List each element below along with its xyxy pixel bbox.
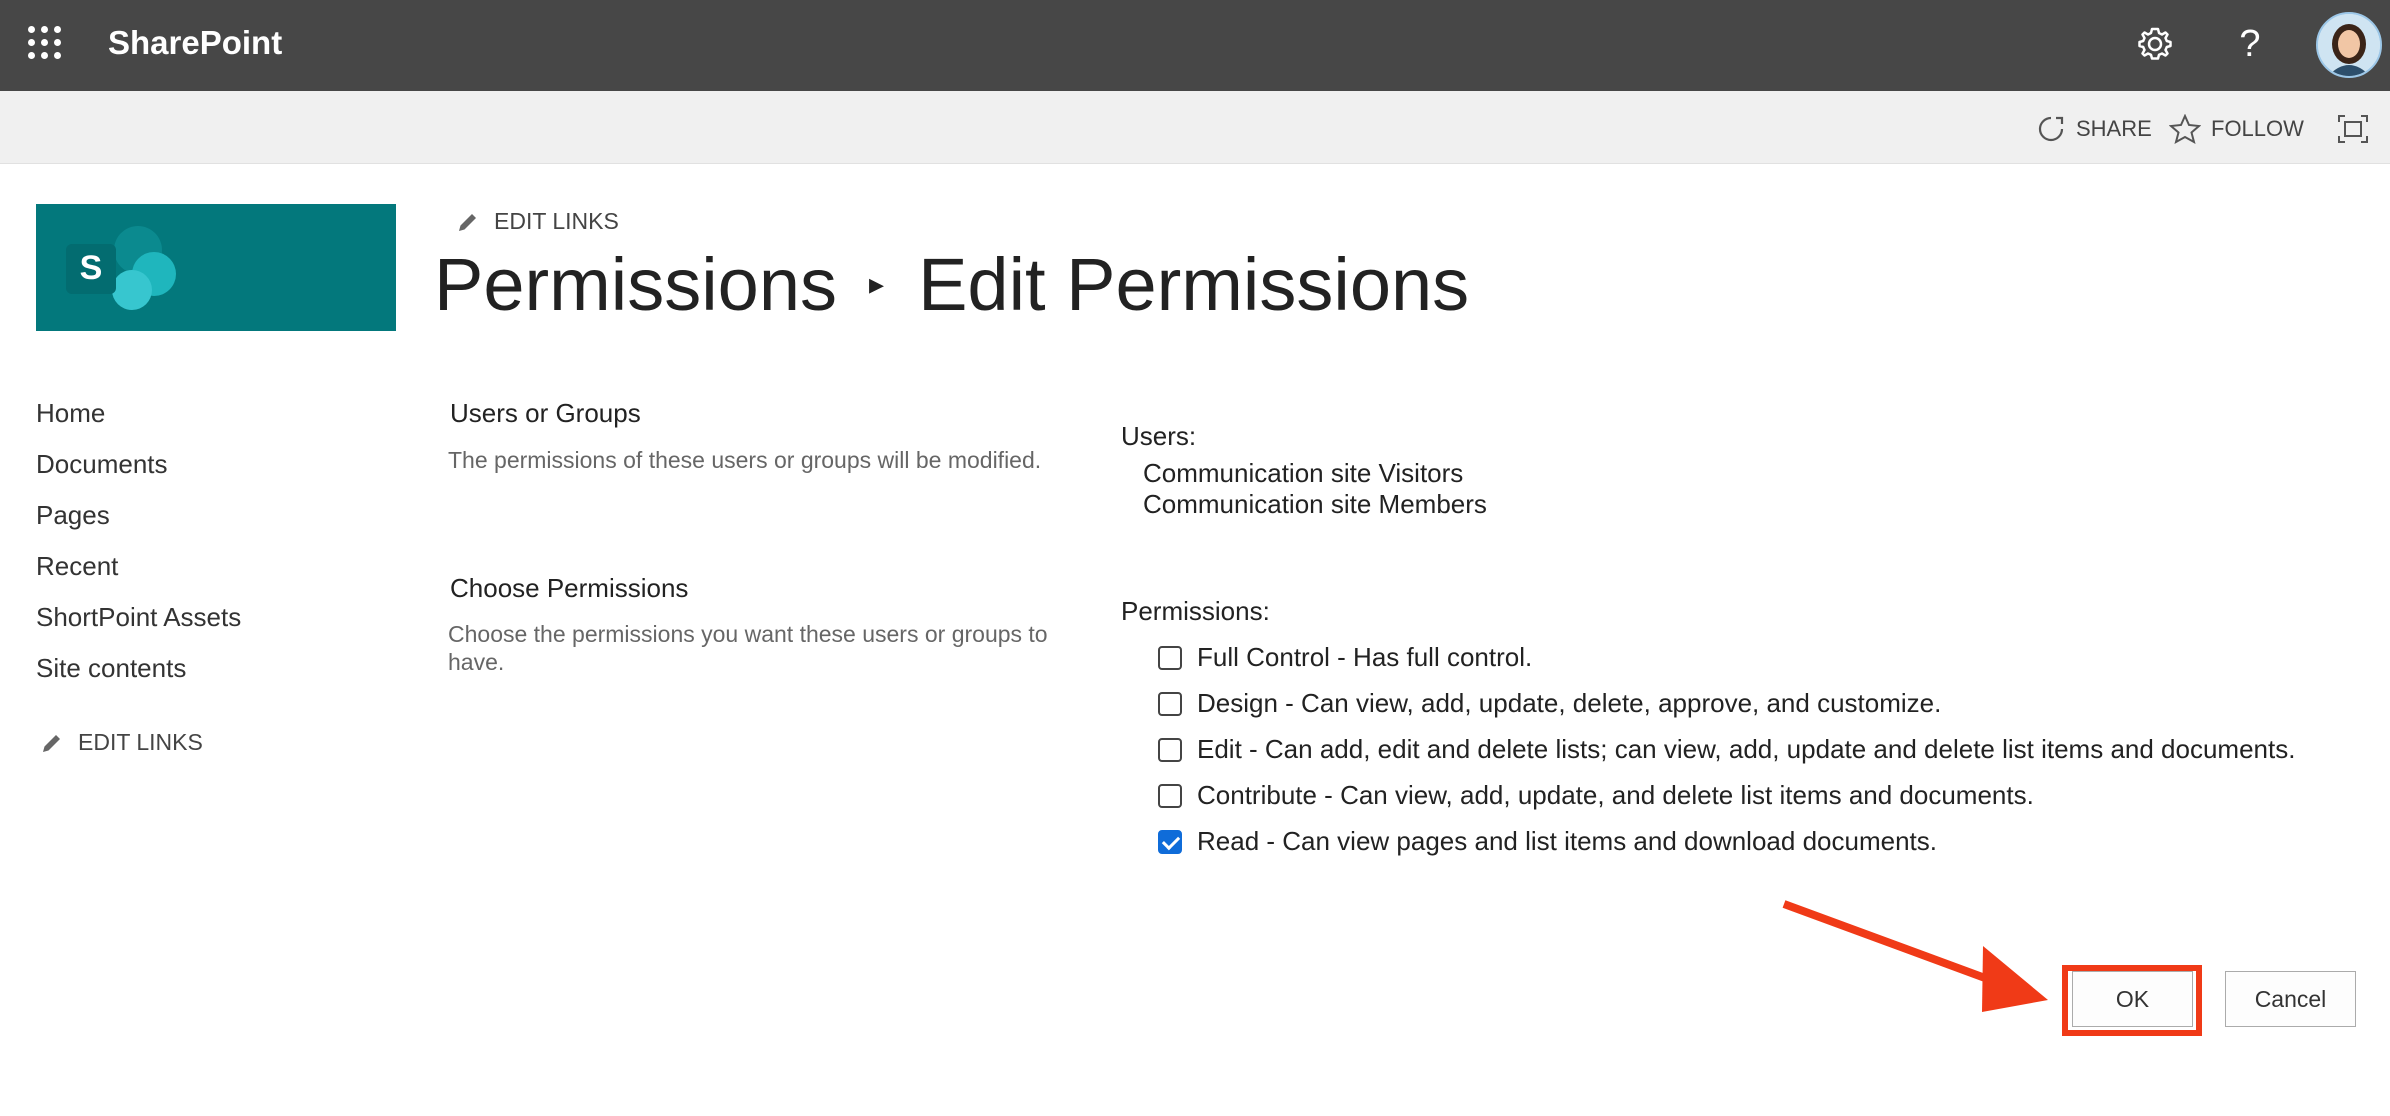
- permission-edit[interactable]: Edit - Can add, edit and delete lists; c…: [1158, 734, 2295, 765]
- edit-links-label: EDIT LINKS: [494, 208, 619, 234]
- edit-links-nav-label: EDIT LINKS: [78, 729, 203, 755]
- breadcrumb-parent[interactable]: Permissions: [434, 242, 837, 327]
- nav-item-pages[interactable]: Pages: [36, 496, 241, 547]
- cancel-button[interactable]: Cancel: [2225, 971, 2356, 1027]
- contribute-checkbox[interactable]: [1158, 783, 1182, 808]
- arrow-annotation-icon: [1782, 900, 2048, 1012]
- ok-highlight-box: [2062, 965, 2202, 1036]
- user-item: Communication site Members: [1143, 489, 1487, 519]
- suite-bar: SharePoint ?: [0, 0, 2390, 91]
- permissions-section-description: Choose the permissions you want these us…: [448, 621, 1048, 675]
- design-checkbox[interactable]: [1158, 691, 1182, 716]
- edit-links-nav[interactable]: EDIT LINKS: [40, 729, 203, 756]
- nav-item-site-contents[interactable]: Site contents: [36, 649, 241, 700]
- fullscreen-icon: [2338, 115, 2368, 143]
- share-icon: [2038, 116, 2064, 142]
- nav-item-shortpoint-assets[interactable]: ShortPoint Assets: [36, 598, 241, 649]
- page-title: Permissions ▸ Edit Permissions: [434, 242, 1469, 327]
- user-item: Communication site Visitors: [1143, 458, 1464, 488]
- users-section-title: Users or Groups: [450, 398, 641, 428]
- follow-label: FOLLOW: [2211, 116, 2304, 141]
- nav-item-recent[interactable]: Recent: [36, 547, 241, 598]
- follow-button[interactable]: FOLLOW: [2169, 114, 2304, 144]
- permission-contribute[interactable]: Contribute - Can view, add, update, and …: [1158, 780, 2034, 811]
- nav-item-home[interactable]: Home: [36, 394, 241, 445]
- pencil-icon: [43, 734, 60, 752]
- permission-label: Read - Can view pages and list items and…: [1197, 826, 1937, 856]
- focus-mode-button[interactable]: [2337, 115, 2379, 143]
- read-checkbox[interactable]: [1158, 829, 1182, 854]
- users-label: Users:: [1121, 421, 1197, 451]
- app-title[interactable]: SharePoint: [108, 24, 282, 62]
- permissions-label: Permissions:: [1121, 596, 1270, 626]
- permission-label: Full Control - Has full control.: [1197, 642, 1533, 672]
- pencil-icon: [459, 213, 476, 231]
- permissions-section-title: Choose Permissions: [450, 573, 689, 603]
- logo-letter: S: [80, 249, 103, 287]
- star-icon: [2169, 114, 2201, 144]
- gear-icon[interactable]: [2131, 20, 2179, 68]
- permission-design[interactable]: Design - Can view, add, update, delete, …: [1158, 688, 1941, 719]
- nav-item-documents[interactable]: Documents: [36, 445, 241, 496]
- permission-label: Design - Can view, add, update, delete, …: [1197, 688, 1942, 718]
- site-logo[interactable]: S: [36, 204, 396, 331]
- edit-links-top[interactable]: EDIT LINKS: [456, 208, 619, 235]
- permission-label: Edit - Can add, edit and delete lists; c…: [1197, 734, 2296, 764]
- share-button[interactable]: SHARE: [2036, 115, 2152, 143]
- full-control-checkbox[interactable]: [1158, 645, 1182, 670]
- action-bar: SHARE FOLLOW: [0, 91, 2390, 164]
- left-nav: Home Documents Pages Recent ShortPoint A…: [36, 394, 241, 700]
- breadcrumb-current: Edit Permissions: [918, 243, 1470, 326]
- breadcrumb-separator-icon: ▸: [869, 268, 885, 301]
- permission-read[interactable]: Read - Can view pages and list items and…: [1158, 826, 1937, 857]
- permission-full-control[interactable]: Full Control - Has full control.: [1158, 642, 1532, 673]
- users-section-description: The permissions of these users or groups…: [448, 447, 1042, 473]
- permission-label: Contribute - Can view, add, update, and …: [1197, 780, 2034, 810]
- edit-checkbox[interactable]: [1158, 737, 1182, 762]
- app-launcher-icon[interactable]: [24, 22, 64, 62]
- avatar[interactable]: [2316, 12, 2382, 78]
- help-icon[interactable]: ?: [2226, 20, 2274, 68]
- share-label: SHARE: [2076, 116, 2152, 141]
